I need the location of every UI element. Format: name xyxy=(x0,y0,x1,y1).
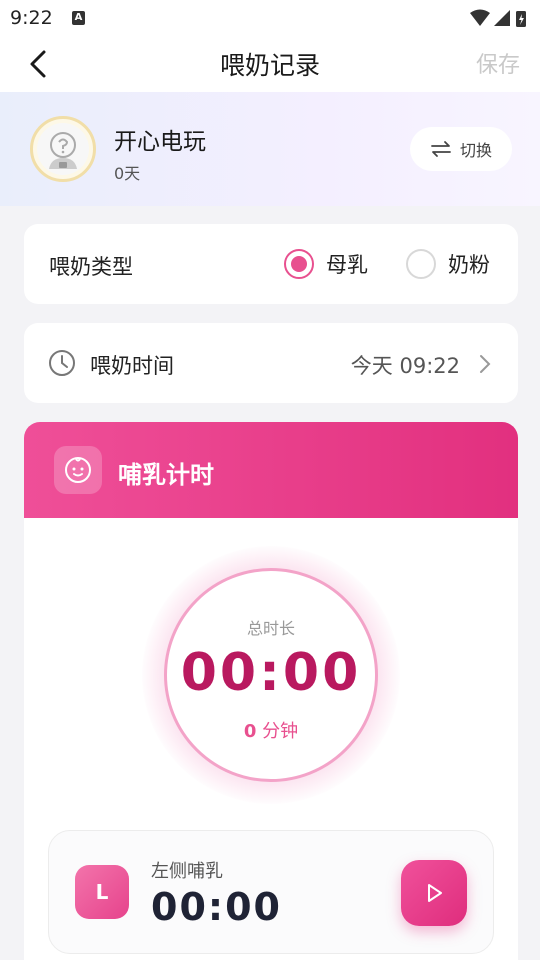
total-minutes-unit: 分钟 xyxy=(262,721,299,742)
timer-header-icon-box xyxy=(54,446,102,494)
nursing-timer-card: 哺乳计时 总时长 00:00 0 分钟 L 左侧哺乳 00:00 xyxy=(24,422,518,960)
total-minutes-value: 0 xyxy=(243,721,257,742)
notification-icon: A xyxy=(72,11,85,25)
timer-title: 哺乳计时 xyxy=(118,461,214,489)
baby-face-icon xyxy=(65,457,91,483)
total-duration-time: 00:00 xyxy=(180,643,362,703)
total-minutes: 0 分钟 xyxy=(167,717,375,743)
left-side-timer: L 左侧哺乳 00:00 xyxy=(48,830,494,954)
left-side-badge: L xyxy=(75,865,129,919)
baby-name: 开心电玩 xyxy=(114,129,206,155)
baby-placeholder-icon xyxy=(49,132,77,169)
swap-icon xyxy=(431,141,451,157)
feed-type-label: 喂奶类型 xyxy=(49,255,133,279)
timer-header: 哺乳计时 xyxy=(24,422,518,518)
status-icons xyxy=(470,9,526,27)
radio-checked-icon xyxy=(284,249,314,279)
radio-breast-milk-label: 母乳 xyxy=(326,253,368,277)
baby-avatar[interactable] xyxy=(30,116,96,182)
radio-breast-milk[interactable]: 母乳 xyxy=(284,249,368,279)
feed-type-card: 喂奶类型 母乳 奶粉 xyxy=(24,224,518,304)
radio-formula[interactable]: 奶粉 xyxy=(406,249,490,279)
signal-icon xyxy=(494,10,510,26)
baby-banner: 开心电玩 0天 切换 xyxy=(0,92,540,206)
feed-time-card[interactable]: 喂奶时间 今天 09:22 xyxy=(24,323,518,403)
left-side-play-button[interactable] xyxy=(401,860,467,926)
left-side-label: 左侧哺乳 xyxy=(151,861,223,882)
radio-unchecked-icon xyxy=(406,249,436,279)
baby-age: 0天 xyxy=(114,164,141,183)
chevron-right-icon xyxy=(480,355,491,373)
total-time-ring: 总时长 00:00 0 分钟 xyxy=(164,568,378,782)
left-side-time: 00:00 xyxy=(151,885,282,929)
radio-formula-label: 奶粉 xyxy=(448,253,490,277)
save-button[interactable]: 保存 xyxy=(476,47,520,79)
play-icon xyxy=(428,884,442,902)
switch-label: 切换 xyxy=(459,141,492,160)
feed-time-label: 喂奶时间 xyxy=(90,354,174,378)
clock-icon xyxy=(49,350,75,376)
switch-baby-button[interactable]: 切换 xyxy=(410,127,512,171)
total-duration-label: 总时长 xyxy=(246,619,295,638)
status-time: 9:22 xyxy=(10,7,53,29)
page-title: 喂奶记录 xyxy=(219,51,320,80)
app-bar: 喂奶记录 保存 xyxy=(0,36,540,92)
wifi-icon xyxy=(470,9,490,26)
status-bar: 9:22 A xyxy=(0,0,540,36)
feed-time-value: 今天 09:22 xyxy=(350,354,460,378)
